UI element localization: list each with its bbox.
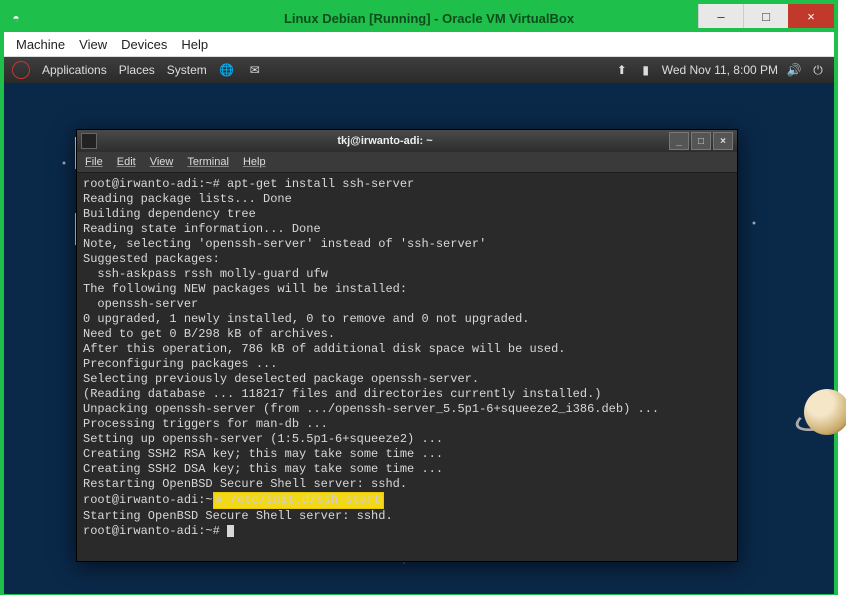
mail-icon[interactable]: ✉ <box>247 62 263 78</box>
terminal-minimize-button[interactable]: _ <box>669 132 689 150</box>
terminal-titlebar[interactable]: tkj@irwanto-adi: ~ _ □ × <box>77 130 737 152</box>
browser-icon[interactable]: 🌐 <box>219 62 235 78</box>
virtualbox-icon: ◓ <box>8 10 24 26</box>
menu-view[interactable]: View <box>79 37 107 52</box>
network-icon[interactable]: ▮ <box>638 62 654 78</box>
terminal-close-button[interactable]: × <box>713 132 733 150</box>
update-icon[interactable]: ⬆ <box>614 62 630 78</box>
panel-menu-places[interactable]: Places <box>119 63 155 77</box>
minimize-button[interactable]: – <box>698 4 743 28</box>
debian-logo-icon[interactable] <box>12 61 30 79</box>
term-menu-terminal[interactable]: Terminal <box>187 156 229 168</box>
shutdown-icon[interactable]: ⏻ <box>810 62 826 78</box>
terminal-output[interactable]: root@irwanto-adi:~# apt-get install ssh-… <box>77 173 737 561</box>
menu-devices[interactable]: Devices <box>121 37 167 52</box>
terminal-window[interactable]: tkj@irwanto-adi: ~ _ □ × File Edit View … <box>76 129 738 562</box>
guest-screen: Applications Places System 🌐 ✉ ⬆ ▮ Wed N… <box>4 57 834 594</box>
desktop-background: C tk tkj@irwanto-adi: ~ _ □ × File Edit <box>4 83 834 594</box>
host-window-titlebar[interactable]: ◓ Linux Debian [Running] - Oracle VM Vir… <box>4 4 834 32</box>
panel-menu-system[interactable]: System <box>167 63 207 77</box>
planet-saturn-decoration <box>794 383 846 443</box>
close-button[interactable]: × <box>788 4 834 28</box>
volume-icon[interactable]: 🔊 <box>786 62 802 78</box>
term-menu-file[interactable]: File <box>85 156 103 168</box>
terminal-icon <box>81 133 97 149</box>
menu-help[interactable]: Help <box>181 37 208 52</box>
panel-menu-applications[interactable]: Applications <box>42 63 107 77</box>
panel-clock[interactable]: Wed Nov 11, 8:00 PM <box>662 63 778 77</box>
menu-machine[interactable]: Machine <box>16 37 65 52</box>
term-menu-edit[interactable]: Edit <box>117 156 136 168</box>
virtualbox-menubar: Machine View Devices Help <box>4 32 834 57</box>
gnome-top-panel: Applications Places System 🌐 ✉ ⬆ ▮ Wed N… <box>4 57 834 83</box>
terminal-title: tkj@irwanto-adi: ~ <box>103 135 667 147</box>
maximize-button[interactable]: □ <box>743 4 788 28</box>
terminal-maximize-button[interactable]: □ <box>691 132 711 150</box>
term-menu-view[interactable]: View <box>150 156 174 168</box>
terminal-menubar: File Edit View Terminal Help <box>77 152 737 173</box>
term-menu-help[interactable]: Help <box>243 156 266 168</box>
